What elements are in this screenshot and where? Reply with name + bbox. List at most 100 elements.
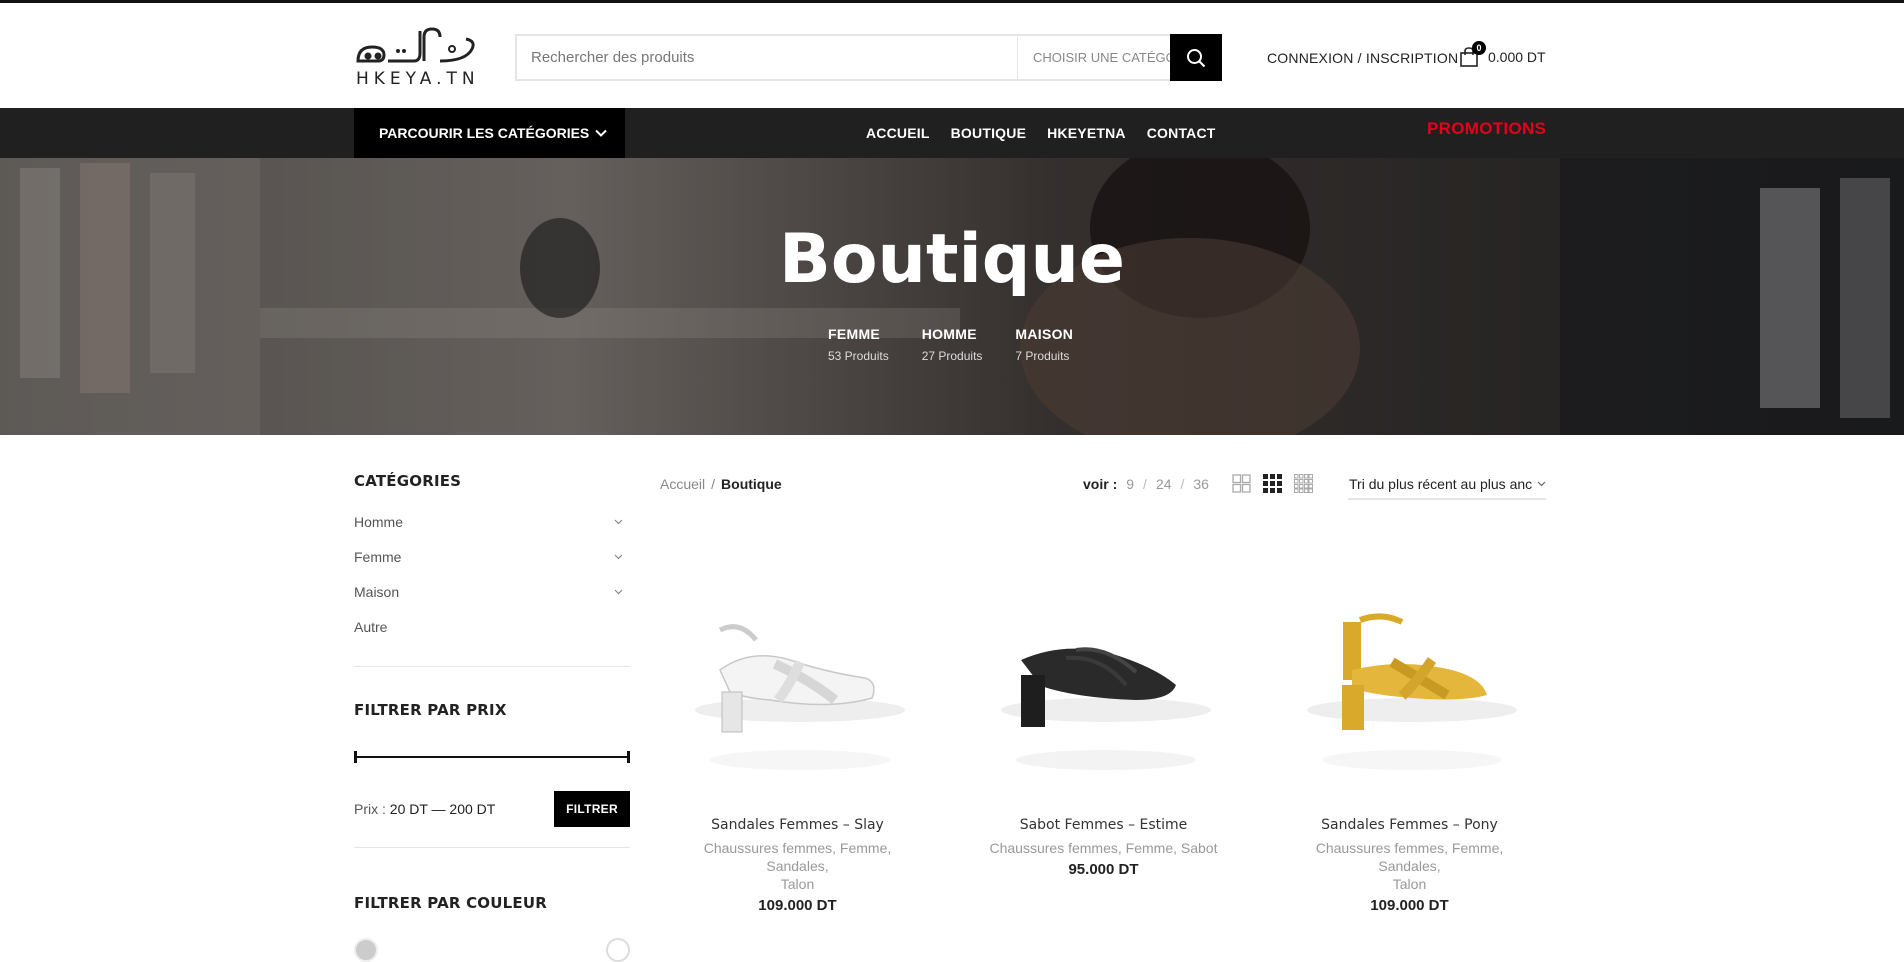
promotions-link[interactable]: PROMOTIONS: [1427, 119, 1546, 139]
price-range-slider[interactable]: [354, 751, 630, 763]
hero-category-links: FEMME 53 Produits HOMME 27 Produits MAIS…: [828, 326, 1073, 363]
per-page-option-24[interactable]: 24: [1156, 476, 1172, 492]
product-grid: Sandales Femmes – Slay Chaussures femmes…: [660, 560, 1547, 914]
price-slider-min-handle[interactable]: [354, 751, 357, 763]
sidebar-divider: [354, 847, 630, 848]
logo-mark: [356, 27, 475, 63]
product-card[interactable]: Sabot Femmes – Estime Chaussures femmes,…: [966, 560, 1241, 914]
site-header: HKEYA.TN CHOISIR UNE CATÉGORIE CONNEXION…: [0, 3, 1904, 108]
hero-banner: Boutique FEMME 53 Produits HOMME 27 Prod…: [0, 158, 1904, 435]
product-name[interactable]: Sandales Femmes – Pony: [1272, 817, 1547, 833]
nav-link-hkeyetna[interactable]: HKEYETNA: [1047, 125, 1126, 141]
sort-select[interactable]: Tri du plus récent au plus anc: [1348, 470, 1546, 500]
hero-category-count: 7 Produits: [1015, 349, 1070, 363]
nav-links: ACCUEIL BOUTIQUE HKEYETNA CONTACT: [866, 108, 1216, 158]
product-categories-line[interactable]: Chaussures femmes, Femme, Sabot: [986, 839, 1221, 857]
nav-link-contact[interactable]: CONTACT: [1147, 125, 1216, 141]
price-slider-track: [354, 756, 630, 758]
product-name[interactable]: Sandales Femmes – Slay: [660, 817, 935, 833]
price-filter-title: FILTRER PAR PRIX: [354, 701, 507, 719]
product-image[interactable]: [966, 560, 1241, 805]
per-page-option-36[interactable]: 36: [1193, 476, 1209, 492]
product-price: 95.000 DT: [1068, 861, 1139, 878]
site-logo[interactable]: HKEYA.TN: [354, 23, 484, 93]
categories-title: CATÉGORIES: [354, 472, 462, 490]
chevron-down-icon: [1537, 481, 1546, 487]
per-page-separator: /: [1143, 476, 1147, 492]
product-price: 109.000 DT: [1370, 897, 1449, 914]
product-name[interactable]: Sabot Femmes – Estime: [966, 817, 1241, 833]
sidebar: CATÉGORIES Homme Femme Maison Autre FILT…: [354, 472, 630, 962]
price-filter-row: Prix : 20 DT — 200 DT FILTRER: [354, 791, 630, 827]
price-range-value: 20 DT — 200 DT: [389, 801, 496, 817]
grid-4-columns-icon[interactable]: [1294, 474, 1313, 493]
chevron-down-icon[interactable]: [614, 519, 623, 525]
nav-link-accueil[interactable]: ACCUEIL: [866, 125, 930, 141]
grid-3-columns-icon[interactable]: [1263, 474, 1282, 493]
product-card[interactable]: Sandales Femmes – Slay Chaussures femmes…: [660, 560, 935, 914]
hero-category-maison[interactable]: MAISON 7 Produits: [1015, 326, 1073, 363]
sort-label: Tri du plus récent au plus anc: [1349, 476, 1533, 492]
logo-text: HKEYA.TN: [356, 69, 480, 89]
category-list: Homme Femme Maison Autre: [354, 504, 630, 644]
product-categories-line[interactable]: Talon: [1292, 875, 1527, 893]
mule-image: [1001, 647, 1211, 770]
price-slider-max-handle[interactable]: [627, 751, 630, 763]
per-page-option-9[interactable]: 9: [1126, 476, 1134, 492]
price-range-label: Prix : 20 DT — 200 DT: [354, 801, 495, 817]
search-bar: CHOISIR UNE CATÉGORIE: [515, 34, 1222, 81]
product-categories: Chaussures femmes, Femme, Sabot: [966, 839, 1241, 857]
product-categories: Chaussures femmes, Femme, Sandales, Talo…: [1272, 839, 1547, 893]
hero-category-name: MAISON: [1015, 326, 1074, 342]
sandal-image: [695, 624, 905, 770]
search-input[interactable]: [517, 36, 1017, 79]
cart-widget[interactable]: 0 0.000 DT: [1460, 41, 1546, 67]
hero-category-homme[interactable]: HOMME 27 Produits: [922, 326, 983, 363]
product-image[interactable]: [660, 560, 935, 805]
hero-category-femme[interactable]: FEMME 53 Produits: [828, 326, 889, 363]
product-categories-line[interactable]: Chaussures femmes, Femme, Sandales,: [1292, 839, 1527, 875]
search-icon: [1187, 48, 1206, 67]
hero-category-name: FEMME: [828, 326, 881, 342]
page-title: Boutique: [779, 220, 1125, 299]
product-image[interactable]: [1272, 560, 1547, 805]
category-item-femme[interactable]: Femme: [354, 539, 630, 574]
color-swatch[interactable]: [354, 938, 378, 962]
breadcrumb-home[interactable]: Accueil: [660, 476, 705, 492]
product-categories: Chaussures femmes, Femme, Sandales, Talo…: [660, 839, 935, 893]
filter-button[interactable]: FILTRER: [554, 791, 630, 827]
grid-2-columns-icon[interactable]: [1232, 474, 1251, 493]
login-register-link[interactable]: CONNEXION / INSCRIPTION: [1267, 50, 1458, 66]
product-price: 109.000 DT: [758, 897, 837, 914]
per-page-label: voir :: [1083, 476, 1118, 492]
shopping-bag-icon: 0: [1460, 41, 1486, 67]
product-categories-line[interactable]: Chaussures femmes, Femme, Sandales,: [680, 839, 915, 875]
nav-link-boutique[interactable]: BOUTIQUE: [951, 125, 1027, 141]
sidebar-divider: [354, 666, 630, 667]
category-label: Femme: [354, 548, 402, 565]
category-label: Maison: [354, 583, 400, 600]
price-label-prefix: Prix :: [354, 801, 386, 817]
breadcrumb-separator: /: [711, 476, 716, 492]
grid-view-switcher: [1232, 474, 1313, 493]
chevron-down-icon[interactable]: [614, 589, 623, 595]
chevron-down-icon[interactable]: [614, 554, 623, 560]
browse-categories-button[interactable]: PARCOURIR LES CATÉGORIES: [354, 108, 625, 158]
color-filter-row: [354, 938, 630, 962]
category-item-maison[interactable]: Maison: [354, 574, 630, 609]
category-item-autre[interactable]: Autre: [354, 609, 630, 644]
search-button[interactable]: [1170, 34, 1222, 81]
category-item-homme[interactable]: Homme: [354, 504, 630, 539]
breadcrumb-current: Boutique: [721, 476, 782, 492]
per-page-separator: /: [1180, 476, 1185, 492]
browse-categories-label: PARCOURIR LES CATÉGORIES: [379, 125, 590, 141]
product-card[interactable]: Sandales Femmes – Pony Chaussures femmes…: [1272, 560, 1547, 914]
hero-category-count: 27 Produits: [921, 349, 983, 363]
hero-category-count: 53 Produits: [828, 349, 889, 363]
product-categories-line[interactable]: Talon: [680, 875, 915, 893]
color-count-badge: [606, 938, 630, 962]
sandal-image: [1307, 613, 1517, 770]
color-filter-title: FILTRER PAR COULEUR: [354, 894, 547, 912]
category-label: Autre: [354, 618, 388, 635]
breadcrumb: Accueil / Boutique: [660, 476, 782, 492]
